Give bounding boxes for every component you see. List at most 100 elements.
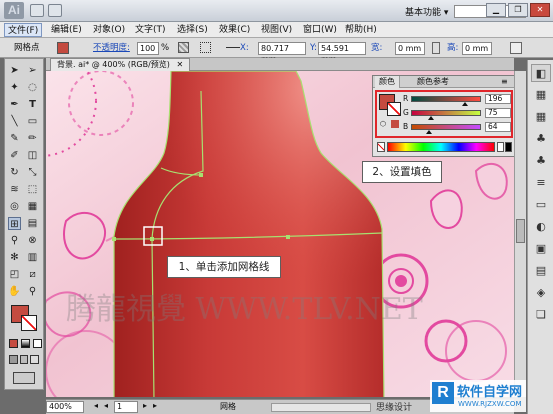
width-input[interactable]: 0 mm	[395, 42, 425, 55]
warp-tool-icon[interactable]: ≋	[8, 183, 21, 196]
r-input[interactable]: 196	[485, 94, 511, 104]
draw-behind-icon[interactable]	[19, 355, 29, 364]
transform-icon[interactable]	[510, 42, 522, 54]
black-swatch[interactable]	[505, 142, 512, 152]
b-input[interactable]: 64	[485, 122, 511, 132]
page-select[interactable]: 1	[114, 401, 138, 413]
reference-point-icon[interactable]	[200, 42, 211, 53]
fill-swatch[interactable]	[57, 42, 69, 54]
blend-tool-icon[interactable]: ⊗	[26, 234, 39, 247]
appearance-icon[interactable]: ▣	[531, 240, 551, 258]
menu-edit[interactable]: 编辑(E)	[48, 23, 85, 37]
b-slider-thumb[interactable]	[425, 130, 432, 134]
menu-object[interactable]: 对象(O)	[90, 23, 128, 37]
panel-menu-icon[interactable]: ≡	[501, 77, 508, 86]
g-slider-thumb[interactable]	[428, 116, 435, 120]
opacity-label[interactable]: 不透明度:	[93, 42, 130, 54]
brushes-icon[interactable]: ♣	[531, 130, 551, 148]
arrange-icon[interactable]	[48, 4, 62, 17]
line-tool-icon[interactable]: ╲	[8, 115, 21, 128]
r-slider[interactable]	[411, 96, 481, 102]
eraser-tool-icon[interactable]: ◫	[26, 149, 39, 162]
align-icon[interactable]	[226, 47, 240, 48]
gradient-mode-button[interactable]	[21, 339, 30, 348]
close-icon[interactable]: ✕	[176, 60, 183, 69]
mesh-tool-icon[interactable]: ⊞	[8, 217, 21, 230]
graphic-styles-icon[interactable]: ▤	[531, 262, 551, 280]
symbols-icon[interactable]: ♣	[531, 152, 551, 170]
last-page-icon[interactable]: ▸	[153, 401, 157, 410]
workspace-switcher[interactable]: 基本功能 ▾	[405, 5, 448, 18]
perspective-grid-tool-icon[interactable]: ▦	[26, 200, 39, 213]
layers-icon[interactable]: ◈	[531, 284, 551, 302]
white-swatch[interactable]	[497, 142, 504, 152]
magic-wand-tool-icon[interactable]: ✦	[8, 81, 21, 94]
horizontal-scrollbar[interactable]	[271, 403, 371, 412]
tab-color-guide[interactable]: 颜色参考	[413, 76, 453, 88]
zoom-tool-icon[interactable]: ⚲	[26, 285, 39, 298]
bridge-icon[interactable]	[30, 4, 44, 17]
next-page-icon[interactable]: ▸	[143, 401, 147, 410]
screen-mode-button[interactable]	[13, 372, 35, 384]
menu-effect[interactable]: 效果(C)	[216, 23, 253, 37]
none-swatch[interactable]	[377, 142, 385, 152]
shape-builder-tool-icon[interactable]: ◎	[8, 200, 21, 213]
link-icon[interactable]	[432, 42, 440, 54]
transparency-icon[interactable]: ◐	[531, 218, 551, 236]
menu-type[interactable]: 文字(T)	[132, 23, 169, 37]
scale-tool-icon[interactable]: ⤡	[26, 166, 39, 179]
color-spectrum[interactable]	[387, 142, 495, 152]
vertical-scrollbar[interactable]	[514, 71, 526, 397]
color-mode-button[interactable]	[9, 339, 18, 348]
last-color-icon[interactable]	[391, 120, 399, 128]
y-input[interactable]: 54.591 mm	[318, 42, 366, 64]
pencil-tool-icon[interactable]: ✏	[26, 132, 39, 145]
document-tab[interactable]: 背景. ai* @ 400% (RGB/预览) ✕	[50, 58, 191, 71]
x-input[interactable]: 80.717 mm	[258, 42, 306, 64]
type-tool-icon[interactable]: T	[26, 98, 39, 111]
hand-tool-icon[interactable]: ✋	[8, 285, 21, 298]
symbol-sprayer-tool-icon[interactable]: ✻	[8, 251, 21, 264]
swatches-icon[interactable]: ▦	[531, 108, 551, 126]
blob-brush-tool-icon[interactable]: ✐	[8, 149, 21, 162]
style-swatch-icon[interactable]	[178, 42, 189, 53]
menu-help[interactable]: 帮助(H)	[342, 23, 380, 37]
b-slider[interactable]	[411, 124, 481, 130]
opacity-input[interactable]: 100	[137, 42, 159, 55]
r-slider-thumb[interactable]	[461, 102, 468, 106]
g-input[interactable]: 75	[485, 108, 511, 118]
eyedropper-tool-icon[interactable]: ⚲	[8, 234, 21, 247]
direct-selection-tool-icon[interactable]: ➢	[26, 64, 39, 77]
first-page-icon[interactable]: ◂	[94, 401, 98, 410]
selection-tool-icon[interactable]: ➤	[8, 64, 21, 77]
rectangle-tool-icon[interactable]: ▭	[26, 115, 39, 128]
gradient-icon[interactable]: ▭	[531, 196, 551, 214]
slice-tool-icon[interactable]: ⧄	[26, 268, 39, 281]
artboard-tool-icon[interactable]: ◰	[8, 268, 21, 281]
vertical-scroll-thumb[interactable]	[516, 219, 525, 243]
g-slider[interactable]	[411, 110, 481, 116]
close-button[interactable]: ✕	[530, 3, 550, 17]
prev-page-icon[interactable]: ◂	[104, 401, 108, 410]
stroke-icon[interactable]: ≡	[531, 174, 551, 192]
height-input[interactable]: 0 mm	[462, 42, 492, 55]
draw-normal-icon[interactable]	[9, 355, 18, 364]
pen-tool-icon[interactable]: ✒	[8, 98, 21, 111]
panel-stroke-swatch[interactable]	[387, 102, 401, 116]
artboards-icon[interactable]: ❏	[531, 306, 551, 324]
gradient-tool-icon[interactable]: ▤	[26, 217, 39, 230]
cube-icon[interactable]: ⬡	[380, 120, 388, 128]
free-transform-tool-icon[interactable]: ⬚	[26, 183, 39, 196]
none-mode-button[interactable]	[33, 339, 42, 348]
paintbrush-tool-icon[interactable]: ✎	[8, 132, 21, 145]
stroke-none-box[interactable]	[21, 315, 37, 331]
menu-window[interactable]: 窗口(W)	[300, 23, 340, 37]
restore-button[interactable]: ❐	[508, 3, 528, 17]
menu-file[interactable]: 文件(F)	[4, 23, 43, 37]
menu-select[interactable]: 选择(S)	[174, 23, 211, 37]
color-panel-icon[interactable]: ◧	[531, 64, 551, 82]
rotate-tool-icon[interactable]: ↻	[8, 166, 21, 179]
column-graph-tool-icon[interactable]: ▥	[26, 251, 39, 264]
menu-view[interactable]: 视图(V)	[258, 23, 295, 37]
minimize-button[interactable]: ▁	[486, 3, 506, 17]
